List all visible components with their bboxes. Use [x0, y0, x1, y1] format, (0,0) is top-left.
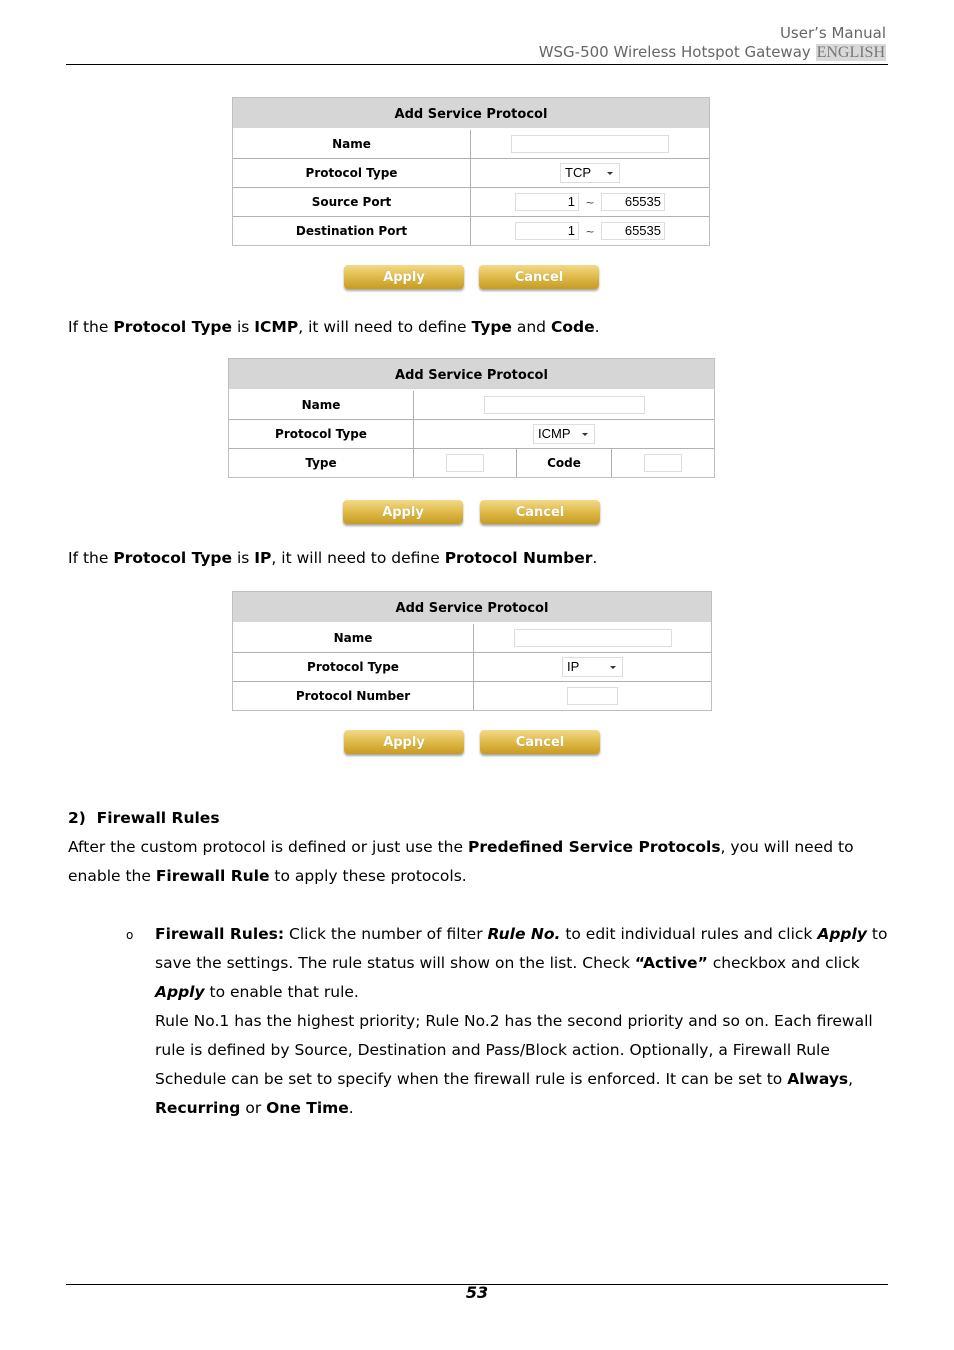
text: , [848, 1070, 854, 1088]
bold-text: Protocol Type [113, 549, 233, 567]
bold-text: Predefined Service Protocols [467, 838, 721, 856]
bold-text: One Time [266, 1099, 349, 1117]
protocol-type-value: TCP [565, 165, 591, 180]
text: If the [68, 549, 114, 567]
text: Click the number of filter [284, 925, 488, 943]
destination-port-label: Destination Port [233, 216, 471, 245]
text: or [240, 1099, 267, 1117]
bullet-paragraph-2: Rule No.1 has the highest priority; Rule… [155, 1007, 888, 1123]
section-heading: 2) Firewall Rules [68, 809, 220, 827]
section-intro: After the custom protocol is defined or … [68, 833, 888, 891]
text: . [592, 549, 598, 567]
name-input[interactable] [513, 629, 672, 647]
name-input[interactable] [511, 135, 669, 153]
bold-text: ICMP [254, 318, 299, 336]
protocol-type-select[interactable]: TCP [560, 163, 620, 183]
bullet-paragraph-1: Firewall Rules: Click the number of filt… [155, 920, 888, 1007]
chevron-down-icon [582, 433, 588, 436]
bold-text: Type [471, 318, 512, 336]
bold-italic-text: Apply [817, 925, 867, 943]
protocol-type-value: IP [567, 659, 580, 674]
product-name: WSG-500 Wireless Hotspot Gateway [538, 43, 811, 61]
name-label: Name [233, 128, 471, 159]
text: . [594, 318, 600, 336]
text: Rule No.1 has the highest priority; Rule… [155, 1012, 873, 1088]
cancel-button[interactable]: Cancel [480, 500, 600, 524]
bold-text: Protocol Number [444, 549, 593, 567]
bold-text: Firewall Rule [155, 867, 270, 885]
bold-text: “Active” [634, 954, 708, 972]
text: , it will need to define [271, 549, 445, 567]
icmp-description: If the Protocol Type is ICMP, it will ne… [68, 313, 888, 342]
manual-title: User’s Manual [779, 24, 886, 42]
name-label: Name [233, 622, 474, 653]
text: , it will need to define [298, 318, 472, 336]
apply-button[interactable]: Apply [344, 730, 464, 754]
bold-italic-text: Apply [155, 983, 205, 1001]
bold-text: Code [550, 318, 595, 336]
protocol-number-label: Protocol Number [233, 681, 474, 710]
protocol-type-label: Protocol Type [233, 158, 471, 188]
add-service-protocol-icmp-panel: Add Service Protocol Name Protocol Type … [228, 358, 715, 478]
type-label: Type [229, 448, 414, 477]
range-separator: ~ [585, 224, 595, 238]
text: is [232, 318, 255, 336]
bold-text: Always [787, 1070, 849, 1088]
language-label: ENGLISH [815, 44, 886, 61]
page-header: User’s Manual WSG-500 Wireless Hotspot G… [539, 24, 886, 62]
panel-title: Add Service Protocol [233, 592, 711, 624]
text: After the custom protocol is defined or … [68, 838, 468, 856]
type-input[interactable] [446, 454, 484, 472]
source-port-to-input[interactable]: 65535 [601, 193, 665, 211]
text: checkbox and click [707, 954, 860, 972]
text: . [348, 1099, 354, 1117]
range-separator: ~ [585, 195, 595, 209]
page-number: 53 [465, 1283, 489, 1302]
panel-title: Add Service Protocol [233, 98, 709, 130]
source-port-from-input[interactable]: 1 [515, 193, 579, 211]
bold-text: Firewall Rules: [155, 925, 285, 943]
chevron-down-icon [610, 666, 616, 669]
apply-button[interactable]: Apply [343, 500, 463, 524]
header-divider [66, 64, 888, 65]
name-input[interactable] [483, 396, 645, 414]
bold-text: Recurring [155, 1099, 241, 1117]
source-port-label: Source Port [233, 187, 471, 217]
destination-port-from-input[interactable]: 1 [515, 222, 579, 240]
cancel-button[interactable]: Cancel [479, 265, 599, 289]
apply-button[interactable]: Apply [344, 265, 464, 289]
text: If the [68, 318, 114, 336]
destination-port-to-input[interactable]: 65535 [601, 222, 665, 240]
code-input[interactable] [644, 454, 682, 472]
text: and [511, 318, 551, 336]
bold-text: IP [254, 549, 272, 567]
add-service-protocol-ip-panel: Add Service Protocol Name Protocol Type … [232, 591, 712, 711]
text: to enable that rule. [204, 983, 359, 1001]
name-label: Name [229, 389, 414, 420]
add-service-protocol-tcp-panel: Add Service Protocol Name Protocol Type … [232, 97, 710, 246]
text: to apply these protocols. [269, 867, 467, 885]
protocol-number-input[interactable] [567, 687, 618, 705]
bullet-marker: o [126, 928, 134, 942]
text: to edit individual rules and click [560, 925, 818, 943]
protocol-type-select[interactable]: ICMP [533, 424, 595, 444]
bold-text: Protocol Type [113, 318, 233, 336]
panel-title: Add Service Protocol [229, 359, 714, 391]
ip-description: If the Protocol Type is IP, it will need… [68, 544, 888, 573]
bold-italic-text: Rule No. [487, 925, 561, 943]
protocol-type-select[interactable]: IP [562, 657, 623, 677]
chevron-down-icon [607, 172, 613, 175]
product-title: WSG-500 Wireless Hotspot Gateway ENGLISH [539, 43, 886, 62]
cancel-button[interactable]: Cancel [480, 730, 600, 754]
firewall-rules-bullet: Firewall Rules: Click the number of filt… [155, 920, 888, 1123]
protocol-type-label: Protocol Type [229, 419, 414, 449]
code-label: Code [516, 448, 612, 477]
protocol-type-value: ICMP [538, 426, 571, 441]
protocol-type-label: Protocol Type [233, 652, 474, 682]
text: is [232, 549, 255, 567]
